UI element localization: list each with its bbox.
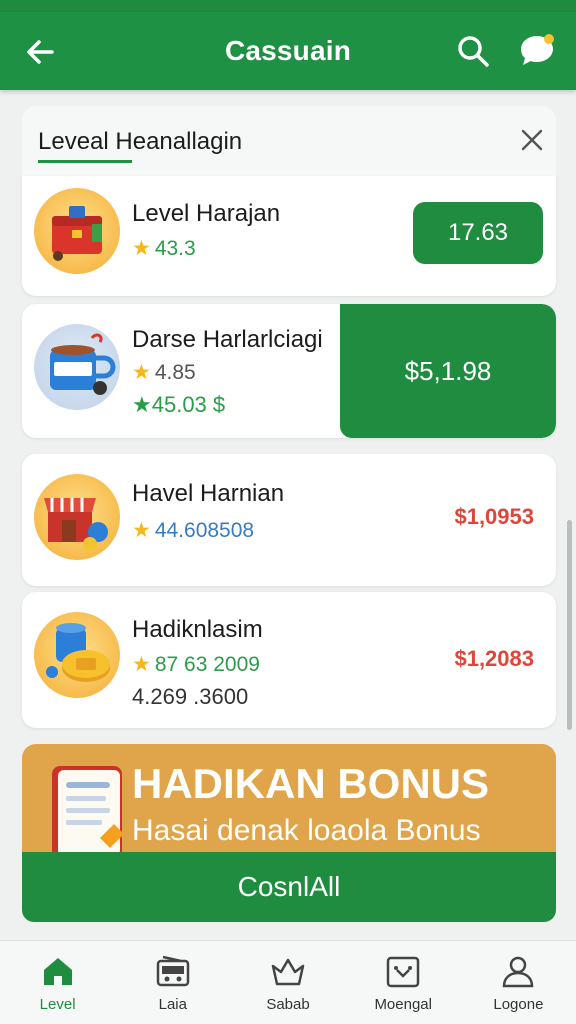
cta-button[interactable]: CosnlAll: [22, 852, 556, 922]
coins-icon: [46, 623, 110, 682]
item-rating: ★ 4.85: [132, 361, 196, 384]
bonus-banner[interactable]: HADIKAN BONUS Hasai denak loaola Bonus: [22, 744, 556, 860]
shop-thumbnail: [34, 474, 120, 560]
radio-icon: [156, 955, 190, 987]
toolbox-thumbnail: [34, 188, 120, 274]
item-rating: ★ 43.3: [132, 237, 196, 260]
nav-label: Sabab: [266, 996, 310, 1013]
nav-item-sabab[interactable]: Sabab: [230, 941, 345, 1024]
calendar-icon: [386, 956, 420, 988]
nav-item-logone[interactable]: Logone: [461, 941, 576, 1024]
search-input[interactable]: Leveal Heanallagin: [38, 128, 242, 156]
star-icon: ★: [132, 519, 151, 542]
chat-icon[interactable]: [516, 30, 558, 72]
back-arrow-icon[interactable]: [22, 34, 58, 70]
list-item[interactable]: Darse Harlarlciagi ★ 4.85 ★45.03 $ $5,1.9…: [22, 304, 556, 438]
item-rating: ★ 87 63 2009: [132, 653, 260, 676]
item-title: Hadiknlasim: [132, 616, 263, 643]
item-title: Level Harajan: [132, 200, 281, 227]
home-icon: [43, 958, 72, 985]
search-icon[interactable]: [454, 32, 492, 70]
shop-icon: [44, 498, 108, 551]
price-button[interactable]: $5,1.98: [340, 304, 556, 438]
crown-icon: [271, 958, 305, 986]
list-item[interactable]: Level Harajan ★ 43.3 17.63: [22, 176, 556, 296]
app-title: Cassuain: [224, 35, 352, 66]
item-price-sub: 4.269 .3600: [132, 684, 249, 709]
item-price[interactable]: $1,2083: [454, 646, 534, 672]
user-icon: [503, 956, 534, 988]
star-icon: ★: [132, 653, 151, 676]
list-item[interactable]: Hadiknlasim ★ 87 63 2009 4.269 .3600 $1,2…: [22, 592, 556, 728]
bonus-title: HADIKAN BONUS: [132, 760, 489, 807]
item-price-sub: ★45.03 $: [132, 392, 226, 417]
mug-thumbnail: [34, 324, 120, 410]
app-bar: Cassuain: [0, 12, 576, 90]
bonus-book-icon: [52, 766, 124, 860]
scrollbar[interactable]: [567, 520, 572, 730]
nav-label: Moengal: [374, 996, 432, 1013]
coins-thumbnail: [34, 612, 120, 698]
star-green-icon: ★: [132, 392, 152, 417]
list-item[interactable]: Havel Harnian ★ 44.608508 $1,0953: [22, 454, 556, 586]
bottom-navigation: Level Laia Sabab Moengal Logone: [0, 940, 576, 1024]
nav-label: Logone: [493, 996, 544, 1013]
nav-label: Laia: [158, 996, 187, 1013]
item-title: Havel Harnian: [132, 480, 285, 507]
star-icon: ★: [132, 361, 151, 384]
mug-icon: [50, 333, 116, 395]
bonus-subtitle: Hasai denak loaola Bonus: [132, 814, 481, 847]
nav-label: Level: [39, 996, 76, 1013]
search-bar[interactable]: Leveal Heanallagin: [22, 106, 556, 176]
close-icon[interactable]: [518, 126, 546, 154]
nav-item-moengal[interactable]: Moengal: [346, 941, 461, 1024]
item-price[interactable]: $1,0953: [454, 504, 534, 530]
item-title: Darse Harlarlciagi: [132, 326, 323, 353]
search-underline: [38, 160, 132, 163]
price-button[interactable]: 17.63: [413, 202, 543, 264]
toolbox-icon: [52, 206, 102, 261]
nav-item-laia[interactable]: Laia: [115, 941, 230, 1024]
nav-item-level[interactable]: Level: [0, 941, 115, 1024]
item-rating: ★ 44.608508: [132, 519, 255, 542]
star-icon: ★: [132, 237, 151, 260]
status-bar: [0, 0, 576, 12]
